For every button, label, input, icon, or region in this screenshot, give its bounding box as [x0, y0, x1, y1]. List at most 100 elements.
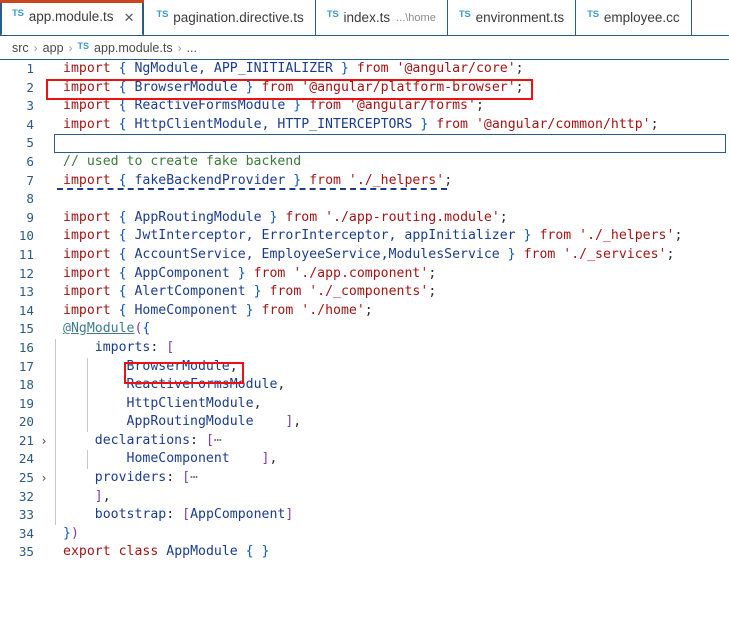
code-line[interactable]: 15 @NgModule({: [0, 320, 729, 339]
code-line[interactable]: 4 import { HttpClientModule, HTTP_INTERCE…: [0, 116, 729, 135]
code-token: :: [166, 507, 183, 523]
code-line[interactable]: 21 › declarations: [⋯: [0, 431, 729, 451]
editor-tab-pagination-directive-ts[interactable]: TS pagination.directive.ts: [145, 0, 316, 35]
code-line[interactable]: 1 import { NgModule, APP_INITIALIZER } fr…: [0, 60, 729, 79]
editor-tab-environment-ts[interactable]: TS environment.ts: [447, 0, 577, 35]
code-token: }: [237, 265, 246, 281]
code-token: import: [63, 284, 111, 300]
code-line[interactable]: 11 import { AccountService, EmployeeServi…: [0, 246, 729, 265]
code-token: ,: [102, 488, 111, 504]
code-token: ,: [269, 451, 278, 467]
code-token: {: [118, 228, 127, 244]
code-line[interactable]: 33 bootstrap: [AppComponent]: [0, 506, 729, 525]
code-text: import { AppComponent } from './app.comp…: [54, 265, 729, 284]
fold-chevron-icon[interactable]: ›: [34, 432, 54, 451]
code-token: from: [261, 79, 294, 95]
code-text: AppRoutingModule ],: [54, 413, 729, 432]
code-line[interactable]: 14 import { HomeComponent } from './home'…: [0, 302, 729, 321]
code-line[interactable]: 2 import { BrowserModule } from '@angular…: [0, 79, 729, 98]
code-line[interactable]: 34}): [0, 525, 729, 544]
breadcrumb-item[interactable]: app.module.ts: [94, 41, 173, 55]
code-line[interactable]: 12 import { AppComponent } from './app.co…: [0, 265, 729, 284]
code-editor[interactable]: 1 import { NgModule, APP_INITIALIZER } fr…: [0, 60, 729, 632]
code-line[interactable]: 8: [0, 190, 729, 209]
code-text: HttpClientModule,: [54, 394, 729, 414]
line-number: 8: [26, 191, 34, 207]
code-line[interactable]: 13 import { AlertComponent } from './_com…: [0, 283, 729, 302]
typescript-file-icon: TS: [587, 9, 599, 21]
code-token: import: [63, 116, 111, 132]
code-token: {: [118, 98, 127, 114]
line-number: 15: [18, 321, 34, 337]
code-line[interactable]: 5: [0, 134, 729, 153]
line-number: 13: [18, 284, 34, 300]
code-token: fakeBackendProvider: [126, 172, 294, 188]
code-line[interactable]: 20 AppRoutingModule ],: [0, 413, 729, 432]
code-line[interactable]: 10 import { JwtInterceptor, ErrorIntercep…: [0, 227, 729, 246]
code-line[interactable]: 24 HomeComponent ],: [0, 450, 729, 470]
code-line[interactable]: 19 HttpClientModule,: [0, 394, 729, 414]
code-line[interactable]: 16 imports: [: [0, 338, 729, 358]
code-token: }: [507, 246, 516, 262]
code-line[interactable]: 32 ],: [0, 487, 729, 507]
code-token: ,: [277, 377, 286, 393]
code-line[interactable]: 9 import { AppRoutingModule } from './app…: [0, 209, 729, 228]
code-token: from: [309, 98, 341, 114]
typescript-file-icon: TS: [458, 9, 471, 21]
breadcrumb-separator: ›: [33, 40, 38, 55]
code-token: from: [523, 246, 556, 262]
fold-chevron-icon[interactable]: ›: [34, 469, 54, 488]
code-token: './_helpers': [348, 172, 445, 188]
code-line[interactable]: 35 export class AppModule { }: [0, 543, 729, 562]
code-token: HttpClientModule: [126, 395, 254, 411]
code-token: AppRoutingModule: [126, 414, 254, 430]
code-token: export: [63, 544, 111, 560]
code-line[interactable]: 3 import { ReactiveFormsModule } from '@a…: [0, 97, 729, 116]
code-token: {: [118, 209, 127, 225]
code-line[interactable]: 17 BrowserModule,: [0, 357, 729, 377]
code-token: import: [63, 61, 111, 76]
code-token: {: [118, 265, 127, 281]
editor-tab-app-module-ts[interactable]: TS app.module.ts ✕: [0, 0, 145, 35]
code-token: from: [436, 116, 468, 132]
code-text: // used to create fake backend: [54, 153, 729, 172]
code-token: class: [118, 544, 159, 560]
code-line[interactable]: 25 › providers: [⋯: [0, 469, 729, 488]
code-token: ;: [475, 98, 484, 114]
code-line[interactable]: 6 // used to create fake backend: [0, 153, 729, 172]
code-token: './_helpers': [579, 228, 675, 244]
editor-tab-label: environment.ts: [475, 10, 565, 26]
editor-tab-employee-cc[interactable]: TS employee.cc: [576, 0, 692, 35]
code-token: [: [166, 339, 175, 355]
breadcrumb-item[interactable]: src: [12, 41, 29, 55]
breadcrumb: src › app › TS app.module.ts ›...: [0, 36, 729, 60]
code-token: bootstrap: [94, 507, 167, 523]
code-token: {: [118, 246, 127, 262]
breadcrumb-item[interactable]: ...: [187, 41, 197, 55]
editor-tab-label: pagination.directive.ts: [173, 10, 304, 26]
code-token: ;: [650, 116, 659, 132]
indent-guide: [86, 394, 88, 414]
code-text: BrowserModule,: [54, 357, 729, 377]
code-text: import { AppRoutingModule } from './app-…: [54, 209, 729, 228]
close-icon[interactable]: ✕: [124, 11, 135, 24]
code-line[interactable]: 18 ReactiveFormsModule,: [0, 376, 729, 395]
breadcrumb-item[interactable]: app: [43, 41, 64, 55]
editor-tab-index-ts[interactable]: TS index.ts ...\home: [315, 0, 448, 35]
line-number: 10: [18, 228, 34, 244]
code-token: import: [63, 209, 111, 225]
code-token: {: [118, 61, 127, 76]
code-token: HomeComponent: [126, 451, 230, 467]
code-token: AppModule: [166, 544, 238, 560]
indent-guide: [55, 376, 56, 395]
